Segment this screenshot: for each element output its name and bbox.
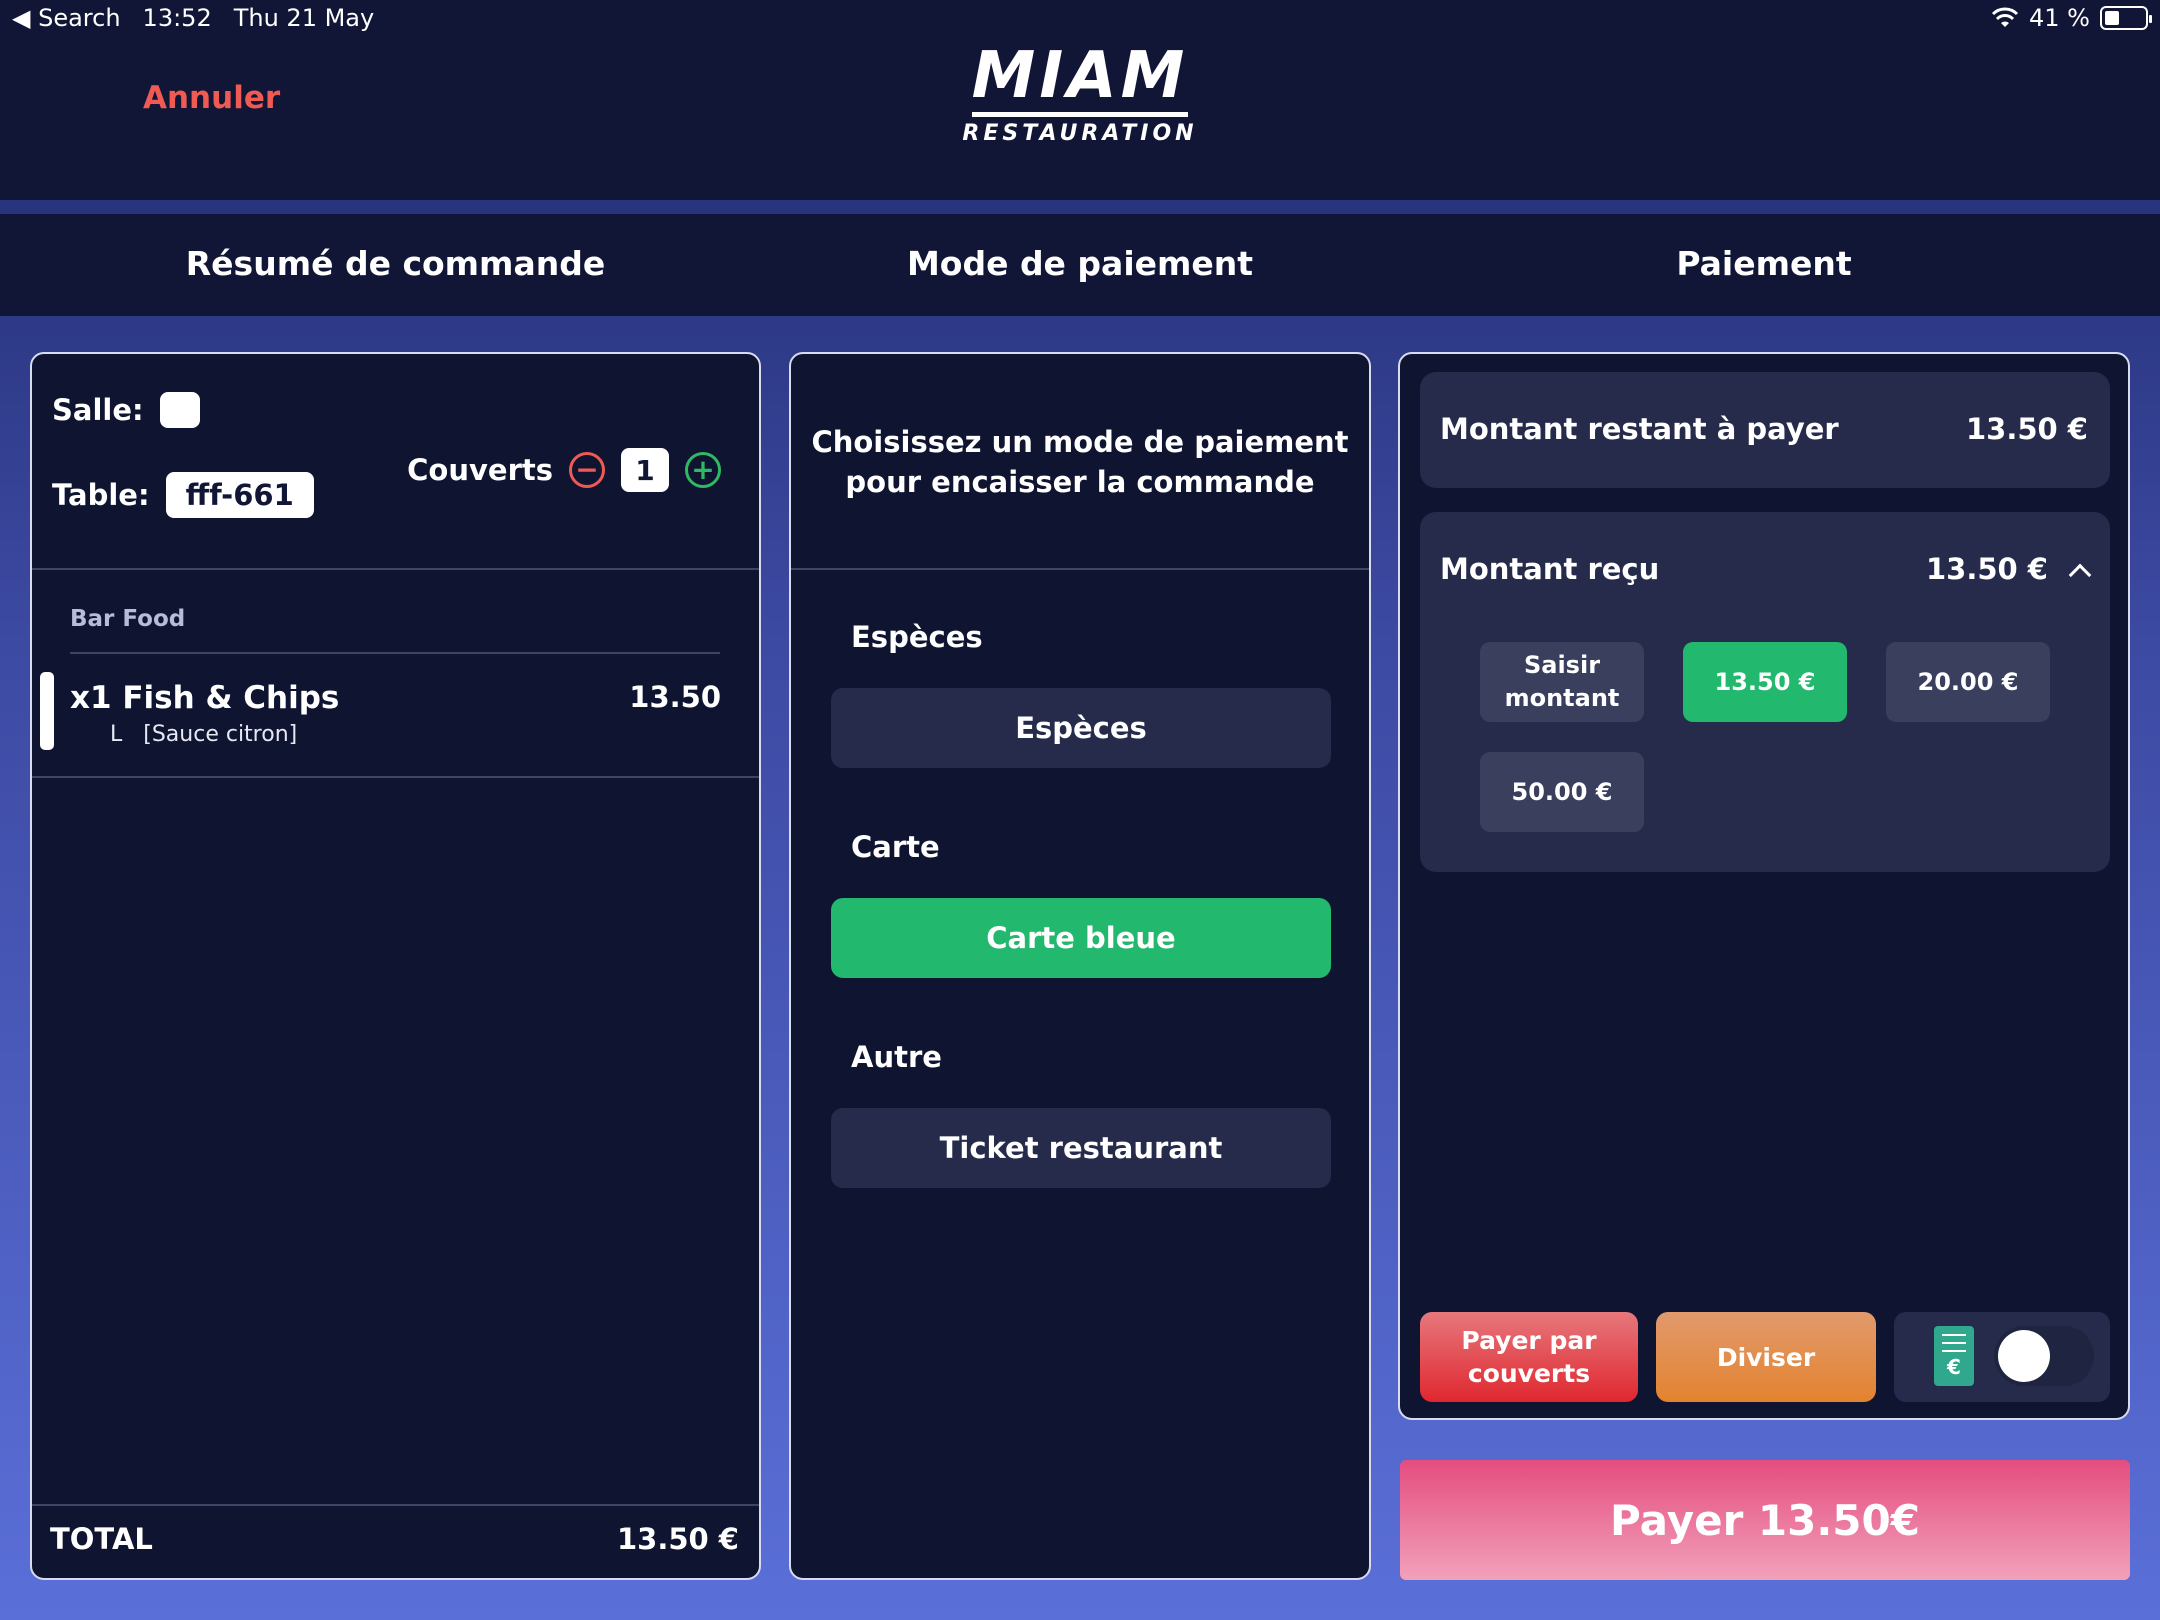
salle-row: Salle:	[52, 392, 200, 428]
received-label: Montant reçu	[1440, 552, 1660, 586]
status-time: 13:52	[142, 4, 212, 32]
total-divider	[32, 1504, 759, 1506]
split-button[interactable]: Diviser	[1656, 1312, 1876, 1402]
remaining-value: 13.50 €	[1965, 412, 2088, 446]
toggle-knob	[1998, 1330, 2050, 1382]
payment-mode-prompt: Choisissez un mode de paiement pour enca…	[811, 425, 1349, 499]
tab-payment-mode: Mode de paiement	[906, 244, 1254, 283]
couverts-label: Couverts	[407, 453, 553, 487]
amount-option-13-50[interactable]: 13.50 €	[1683, 642, 1847, 722]
total-value: 13.50 €	[616, 1522, 739, 1556]
table-label: Table:	[52, 478, 150, 512]
remaining-card: Montant restant à payer 13.50 €	[1420, 372, 2110, 488]
decrement-covers-button[interactable]: −	[569, 452, 605, 488]
miam-logo: MIAM RESTAURATION	[960, 44, 1200, 146]
status-bar: ◀ Search 13:52 Thu 21 May 41 %	[12, 4, 2152, 38]
battery-icon	[2100, 6, 2152, 30]
total-label: TOTAL	[50, 1522, 153, 1556]
received-value: 13.50 €	[1925, 552, 2048, 586]
especes-button[interactable]: Espèces	[831, 688, 1331, 768]
couverts-stepper: Couverts − 1 +	[407, 448, 721, 492]
section-carte-label: Carte	[851, 830, 940, 864]
payment-panel: Montant restant à payer 13.50 € Montant …	[1398, 352, 2130, 1420]
remaining-label: Montant restant à payer	[1440, 412, 1839, 446]
cancel-button[interactable]: Annuler	[143, 80, 280, 116]
increment-covers-button[interactable]: +	[685, 452, 721, 488]
table-value[interactable]: fff-661	[165, 472, 314, 518]
pay-per-cover-button[interactable]: Payer par couverts	[1420, 1312, 1638, 1402]
order-item-modifier: L [Sauce citron]	[110, 722, 297, 747]
enter-amount-button[interactable]: Saisir montant	[1480, 642, 1644, 722]
top-bar: ◀ Search 13:52 Thu 21 May 41 % Annuler M…	[0, 0, 2160, 200]
payment-mode-panel: Choisissez un mode de paiement pour enca…	[789, 352, 1371, 1580]
couverts-count: 1	[621, 448, 669, 492]
carte-bleue-button[interactable]: Carte bleue	[831, 898, 1331, 978]
logo-main: MIAM	[971, 39, 1189, 113]
salle-value[interactable]	[159, 392, 200, 428]
section-autre-label: Autre	[851, 1040, 942, 1074]
table-row: Table: fff-661	[52, 472, 314, 518]
selected-item-indicator	[40, 672, 54, 750]
category-divider	[70, 652, 720, 654]
amount-option-50[interactable]: 50.00 €	[1480, 752, 1644, 832]
amount-option-20[interactable]: 20.00 €	[1886, 642, 2050, 722]
order-summary-panel: Salle: Table: fff-661 Couverts − 1 + Bar…	[30, 352, 761, 1580]
summary-divider	[32, 568, 759, 570]
chevron-up-icon[interactable]	[2068, 563, 2092, 587]
status-date: Thu 21 May	[233, 4, 375, 32]
section-tabs: Résumé de commande Mode de paiement Paie…	[0, 214, 2160, 316]
category-label: Bar Food	[70, 606, 186, 632]
order-item-price: 13.50	[629, 680, 721, 714]
payment-mode-divider	[791, 568, 1369, 570]
wifi-icon	[1991, 7, 2019, 27]
received-value-row[interactable]: 13.50 €	[1925, 552, 2092, 587]
tab-payment: Paiement	[1676, 244, 1852, 283]
pay-button[interactable]: Payer 13.50€	[1400, 1460, 2130, 1580]
salle-label: Salle:	[52, 393, 144, 427]
section-especes-label: Espèces	[851, 620, 983, 654]
received-card: Montant reçu 13.50 € Saisir montant 13.5…	[1420, 512, 2110, 872]
back-to-search[interactable]: ◀ Search	[12, 4, 121, 32]
tab-order-summary: Résumé de commande	[185, 244, 606, 283]
order-item-name[interactable]: x1 Fish & Chips	[70, 680, 339, 716]
receipt-toggle[interactable]	[1994, 1326, 2094, 1386]
modifier-size: L	[110, 722, 123, 747]
ticket-restaurant-button[interactable]: Ticket restaurant	[831, 1108, 1331, 1188]
items-divider	[32, 776, 759, 778]
receipt-toggle-group: €	[1894, 1312, 2110, 1402]
battery-percent: 41 %	[2029, 4, 2090, 32]
logo-sub: RESTAURATION	[962, 121, 1198, 146]
modifier-text: [Sauce citron]	[143, 722, 298, 747]
receipt-icon: €	[1934, 1326, 1974, 1386]
